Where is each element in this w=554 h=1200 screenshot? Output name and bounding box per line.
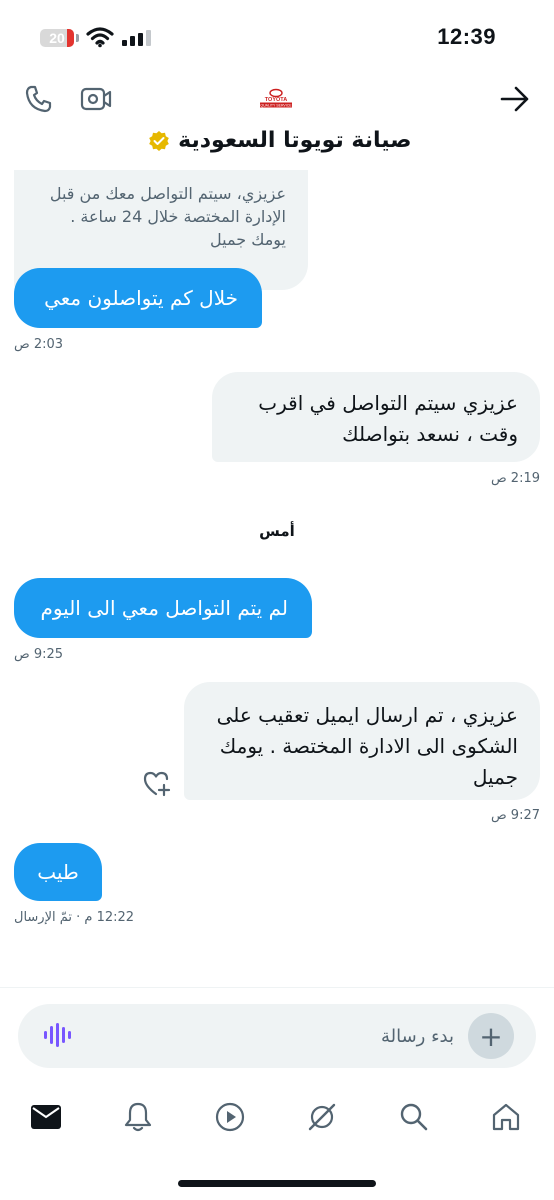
conversation-title[interactable]: صيانة تويوتا السعودية bbox=[0, 128, 554, 153]
add-attachment-button[interactable]: + bbox=[468, 1013, 514, 1059]
message-timestamp: 2:19 ص bbox=[490, 471, 540, 486]
mail-icon bbox=[31, 1105, 61, 1129]
bell-icon bbox=[124, 1102, 152, 1132]
cellular-signal-icon bbox=[122, 30, 151, 46]
message-bubble-sent[interactable]: خلال كم يتواصلون معي bbox=[14, 268, 262, 328]
nav-home[interactable] bbox=[486, 1097, 526, 1137]
grok-icon bbox=[308, 1103, 336, 1131]
message-bubble-sent[interactable]: لم يتم التواصل معي الى اليوم bbox=[14, 578, 312, 638]
logo-subtext: QUALITY SERVICE bbox=[260, 104, 292, 108]
nav-grok[interactable] bbox=[302, 1097, 342, 1137]
battery-cap bbox=[76, 34, 79, 42]
message-timestamp: 2:03 ص bbox=[14, 337, 64, 352]
message-timestamp: 9:27 ص bbox=[490, 808, 540, 823]
wifi-icon bbox=[86, 27, 114, 48]
nav-video[interactable] bbox=[210, 1097, 250, 1137]
video-call-icon[interactable] bbox=[80, 84, 112, 114]
message-status: 12:22 م · تمّ الإرسال bbox=[14, 910, 135, 925]
phone-call-icon[interactable] bbox=[24, 84, 54, 114]
day-separator: أمس bbox=[259, 522, 295, 540]
message-bubble-received[interactable]: عزيزي ، تم ارسال ايميل تعقيب على الشكوى … bbox=[184, 682, 540, 800]
divider bbox=[0, 987, 554, 988]
status-time: 12:39 bbox=[437, 24, 496, 49]
verified-badge-icon bbox=[149, 131, 170, 151]
play-icon bbox=[215, 1102, 245, 1132]
add-reaction-icon[interactable] bbox=[142, 770, 172, 798]
message-bubble-received[interactable]: عزيزي سيتم التواصل في اقرب وقت ، نسعد بت… bbox=[212, 372, 540, 462]
conversation-title-text: صيانة تويوتا السعودية bbox=[178, 128, 412, 153]
toyota-logo: TOYOTA QUALITY SERVICE bbox=[255, 88, 297, 108]
message-timestamp: 9:25 ص bbox=[14, 647, 64, 662]
home-indicator bbox=[178, 1180, 376, 1187]
home-icon bbox=[492, 1103, 520, 1131]
battery-indicator: 20 bbox=[40, 29, 74, 47]
message-input[interactable] bbox=[204, 1024, 454, 1048]
battery-level: 20 bbox=[49, 30, 65, 46]
search-icon bbox=[400, 1103, 428, 1131]
message-bubble-sent[interactable]: طيب bbox=[14, 843, 102, 901]
nav-search[interactable] bbox=[394, 1097, 434, 1137]
nav-notifications[interactable] bbox=[118, 1097, 158, 1137]
logo-text: TOYOTA bbox=[265, 97, 287, 103]
nav-messages[interactable] bbox=[26, 1097, 66, 1137]
voice-message-icon[interactable] bbox=[42, 1020, 72, 1050]
back-arrow-icon[interactable] bbox=[500, 86, 530, 112]
